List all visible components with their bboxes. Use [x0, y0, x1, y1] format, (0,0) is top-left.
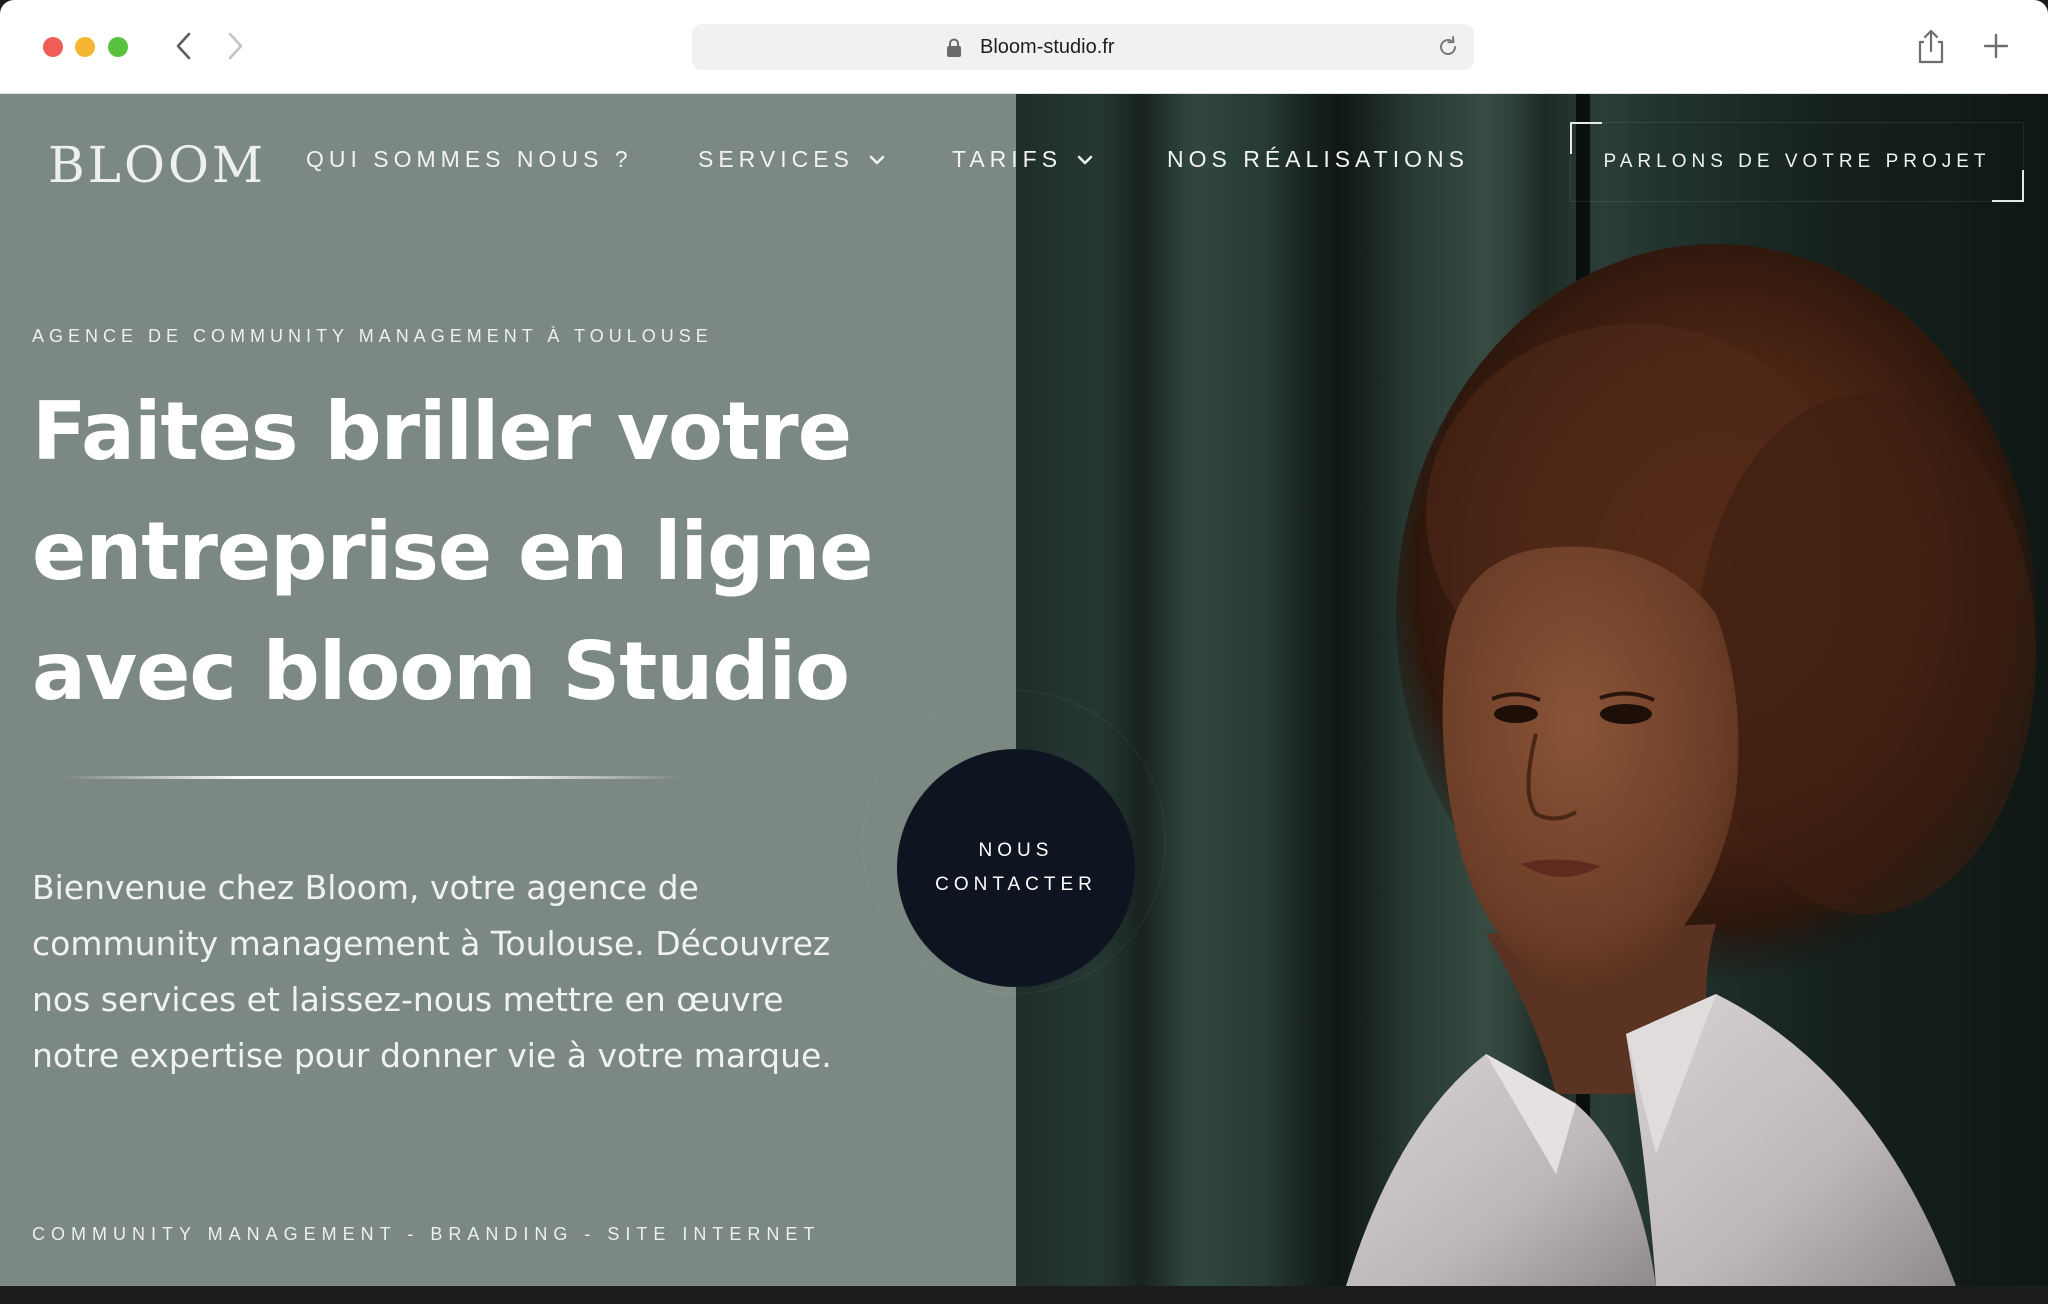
services-tagline: COMMUNITY MANAGEMENT - BRANDING - SITE I…	[32, 1224, 821, 1244]
web-page: BLOOM QUI SOMMES NOUS ? SERVICES TARIFS …	[0, 94, 2048, 1286]
lock-icon	[946, 38, 962, 62]
parlons-projet-button[interactable]: PARLONS DE VOTRE PROJET	[1570, 122, 2024, 202]
hero-portrait-image	[1016, 94, 2048, 1286]
corner-decoration	[1992, 170, 2024, 202]
contact-label-line2: CONTACTER	[935, 874, 1097, 895]
reload-icon[interactable]	[1436, 35, 1460, 63]
cta-label: PARLONS DE VOTRE PROJET	[1603, 151, 1991, 172]
nav-label: NOS RÉALISATIONS	[1167, 146, 1469, 172]
nav-nos-realisations[interactable]: NOS RÉALISATIONS	[1167, 146, 1469, 173]
corner-decoration	[1570, 122, 1602, 154]
back-arrow-icon[interactable]	[166, 28, 202, 64]
nav-label: SERVICES	[698, 146, 854, 172]
nav-label: QUI SOMMES NOUS ?	[306, 146, 633, 172]
hero-eyebrow: AGENCE DE COMMUNITY MANAGEMENT À TOULOUS…	[32, 326, 713, 346]
url-text: Bloom-studio.fr	[980, 36, 1115, 58]
address-bar[interactable]: Bloom-studio.fr	[692, 24, 1474, 70]
new-tab-plus-icon[interactable]	[1982, 32, 2010, 64]
divider-line	[62, 776, 682, 779]
hero-headline: Faites briller votre entreprise en ligne…	[32, 385, 873, 718]
browser-toolbar: Bloom-studio.fr	[0, 0, 2048, 94]
minimize-window-button[interactable]	[75, 37, 95, 57]
chevron-down-icon	[868, 154, 886, 166]
close-window-button[interactable]	[43, 37, 63, 57]
nav-label: TARIFS	[952, 146, 1063, 172]
share-icon[interactable]	[1914, 28, 1948, 68]
nous-contacter-button[interactable]: NOUS CONTACTER	[897, 749, 1135, 987]
hero-intro: Bienvenue chez Bloom, votre agence de co…	[32, 868, 832, 1075]
forward-arrow-icon[interactable]	[217, 28, 253, 64]
contact-label-line1: NOUS	[978, 840, 1054, 861]
nav-qui-sommes-nous[interactable]: QUI SOMMES NOUS ?	[306, 146, 633, 173]
site-logo[interactable]: BLOOM	[48, 136, 266, 194]
chevron-down-icon	[1076, 154, 1094, 166]
nav-services[interactable]: SERVICES	[698, 146, 886, 173]
maximize-window-button[interactable]	[108, 37, 128, 57]
nav-tarifs[interactable]: TARIFS	[952, 146, 1094, 173]
